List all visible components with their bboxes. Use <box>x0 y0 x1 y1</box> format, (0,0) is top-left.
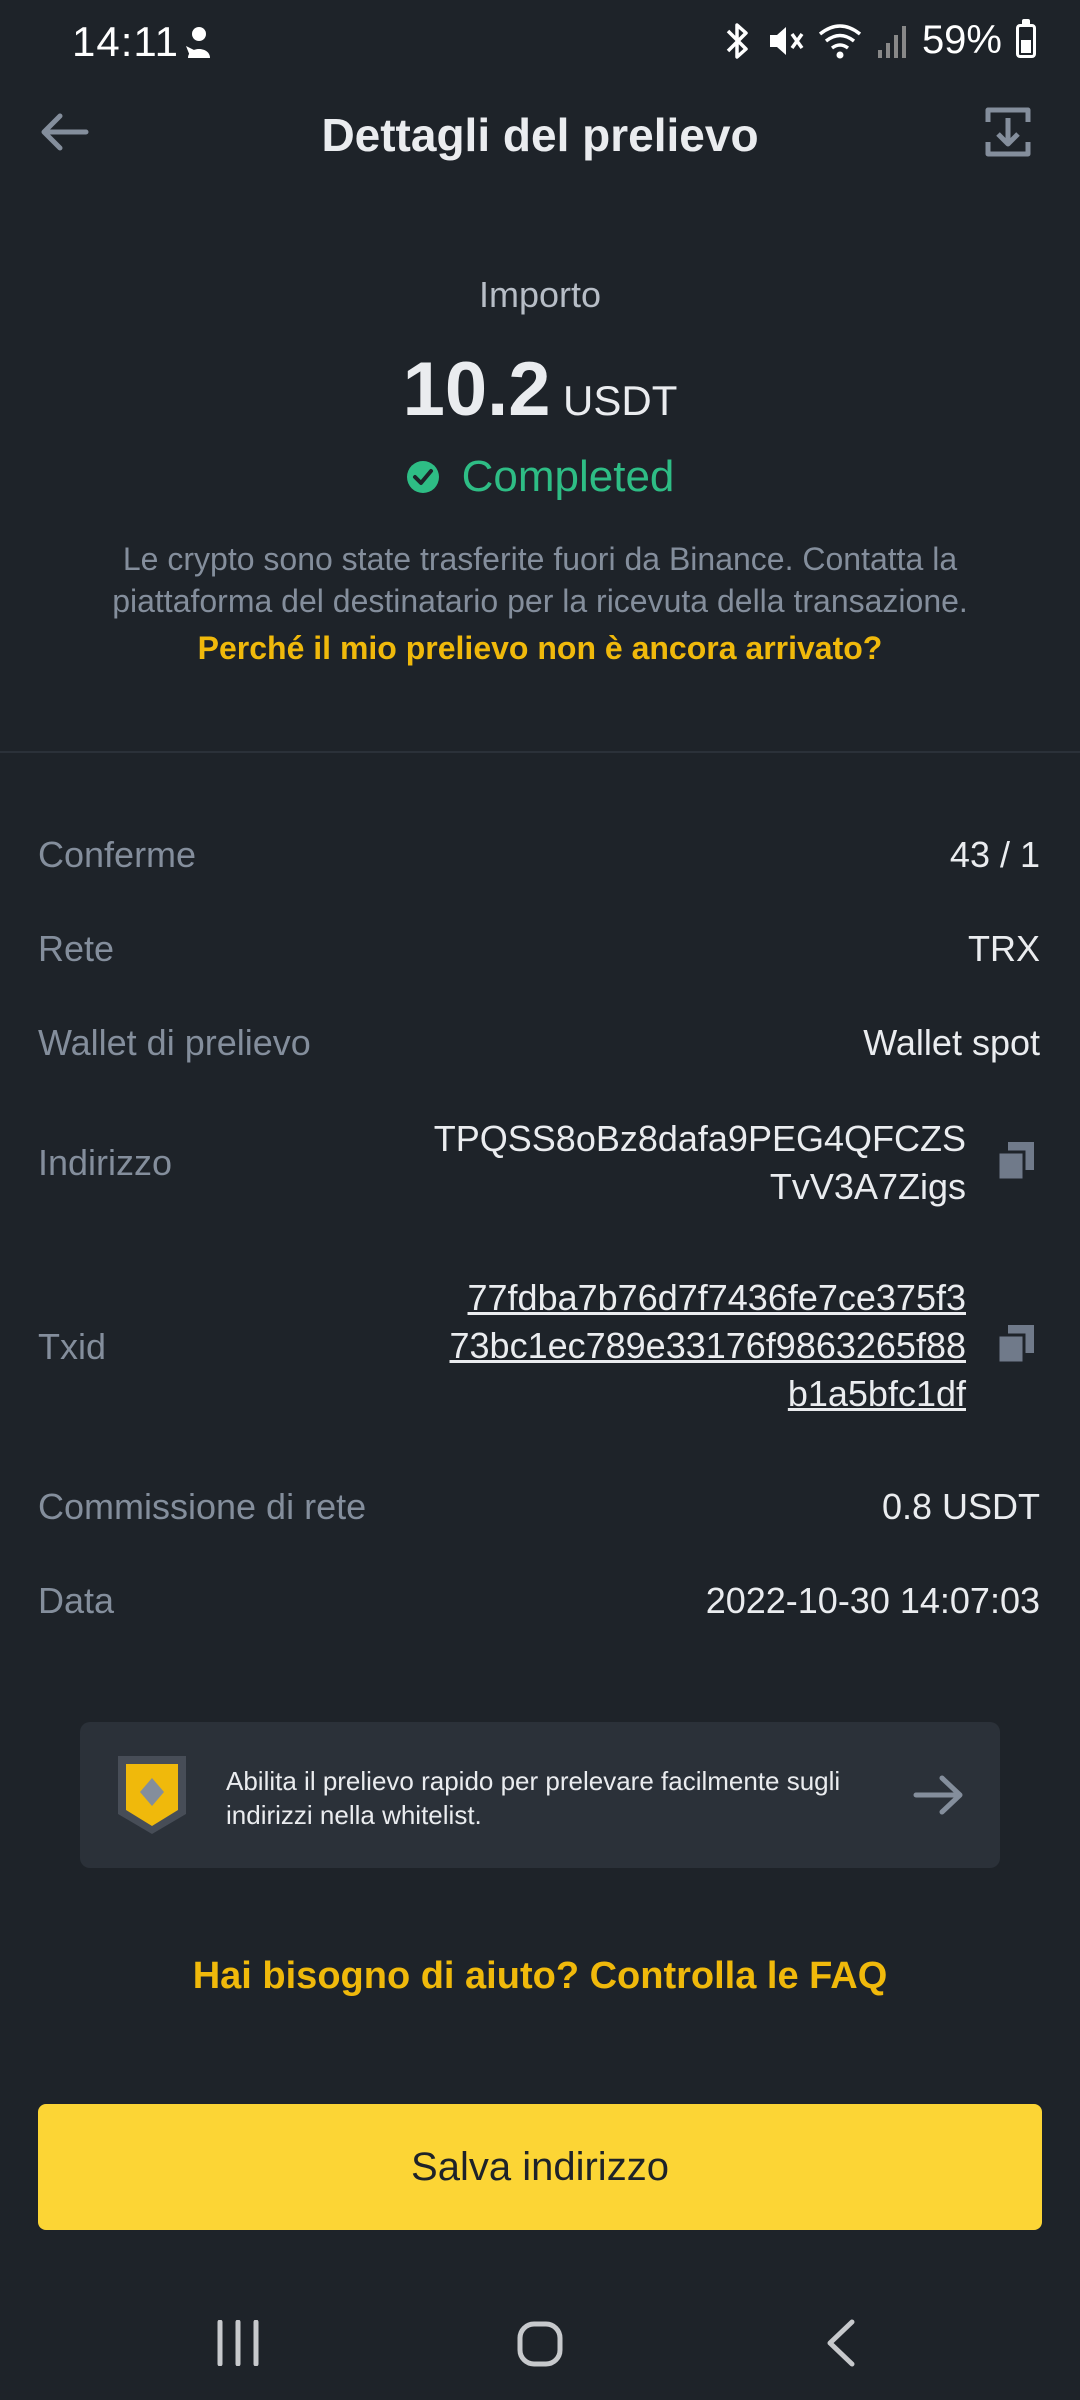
amount-value: 10.2 <box>402 347 551 432</box>
battery-icon <box>1016 18 1036 58</box>
divider <box>0 751 1080 753</box>
bluetooth-icon <box>726 22 748 59</box>
status-bar: 14:11 59% <box>0 0 1080 84</box>
txid-label: Txid <box>38 1326 107 1367</box>
mute-icon <box>769 26 804 55</box>
txid-line: 77fdba7b76d7f7436fe7ce375f3 <box>467 1277 966 1318</box>
why-not-arrived-link[interactable]: Perché il mio prelievo non è ancora arri… <box>0 630 1080 667</box>
system-nav-bar <box>0 2290 1080 2400</box>
confirmations-value: 43 / 1 <box>949 834 1040 875</box>
fee-label: Commissione di rete <box>38 1486 367 1527</box>
quick-withdrawal-card[interactable]: Abilita il prelievo rapido per prelevare… <box>80 1722 1000 1868</box>
address-label: Indirizzo <box>38 1142 173 1183</box>
signal-icon <box>877 25 906 58</box>
shield-badge-icon <box>118 1756 186 1834</box>
confirmations-label: Conferme <box>38 834 197 875</box>
amount-unit: USDT <box>563 377 678 424</box>
save-address-button[interactable]: Salva indirizzo <box>38 2104 1042 2230</box>
status-row: Completed <box>0 452 1080 502</box>
date-label: Data <box>38 1580 115 1621</box>
copy-txid-icon[interactable] <box>996 1323 1036 1365</box>
check-circle-icon <box>406 461 439 493</box>
transfer-description: Le crypto sono state trasferite fuori da… <box>112 541 968 619</box>
wifi-icon <box>818 23 862 58</box>
network-label: Rete <box>38 928 115 969</box>
status-icons: 59% <box>722 18 1036 63</box>
quick-withdrawal-text: Abilita il prelievo rapido per prelevare… <box>226 1766 841 1830</box>
nav-back-icon[interactable] <box>820 2318 860 2368</box>
faq-link[interactable]: Hai bisogno di aiuto? Controlla le FAQ <box>0 1955 1080 1998</box>
address-value[interactable]: TPQSS8oBz8dafa9PEG4QFCZS TvV3A7Zigs <box>406 1115 966 1211</box>
wallet-label: Wallet di prelievo <box>38 1022 311 1063</box>
date-value: 2022-10-30 14:07:03 <box>705 1580 1040 1621</box>
home-icon[interactable] <box>516 2320 564 2368</box>
txid-line: 73bc1ec789e33176f9863265f88 <box>449 1325 967 1366</box>
network-value: TRX <box>968 928 1040 969</box>
wallet-value: Wallet spot <box>863 1022 1040 1063</box>
copy-address-icon[interactable] <box>996 1140 1036 1182</box>
address-line: TvV3A7Zigs <box>769 1166 966 1207</box>
page-title: Dettagli del prelievo <box>321 109 759 161</box>
arrow-right-icon <box>913 1775 963 1815</box>
status-time: 14:11 <box>72 18 179 65</box>
status-completed: Completed <box>461 452 675 501</box>
recent-apps-icon[interactable] <box>216 2320 260 2366</box>
amount-row: 10.2 USDT <box>0 346 1080 433</box>
fee-value: 0.8 USDT <box>881 1486 1040 1527</box>
txid-value[interactable]: 77fdba7b76d7f7436fe7ce375f3 73bc1ec789e3… <box>406 1274 967 1418</box>
address-line: TPQSS8oBz8dafa9PEG4QFCZS <box>433 1118 966 1159</box>
notification-icon <box>186 27 210 58</box>
amount-label: Importo <box>478 274 602 315</box>
download-icon[interactable] <box>980 104 1036 160</box>
battery-percent: 59% <box>921 18 1002 62</box>
txid-line: b1a5bfc1df <box>787 1373 966 1414</box>
